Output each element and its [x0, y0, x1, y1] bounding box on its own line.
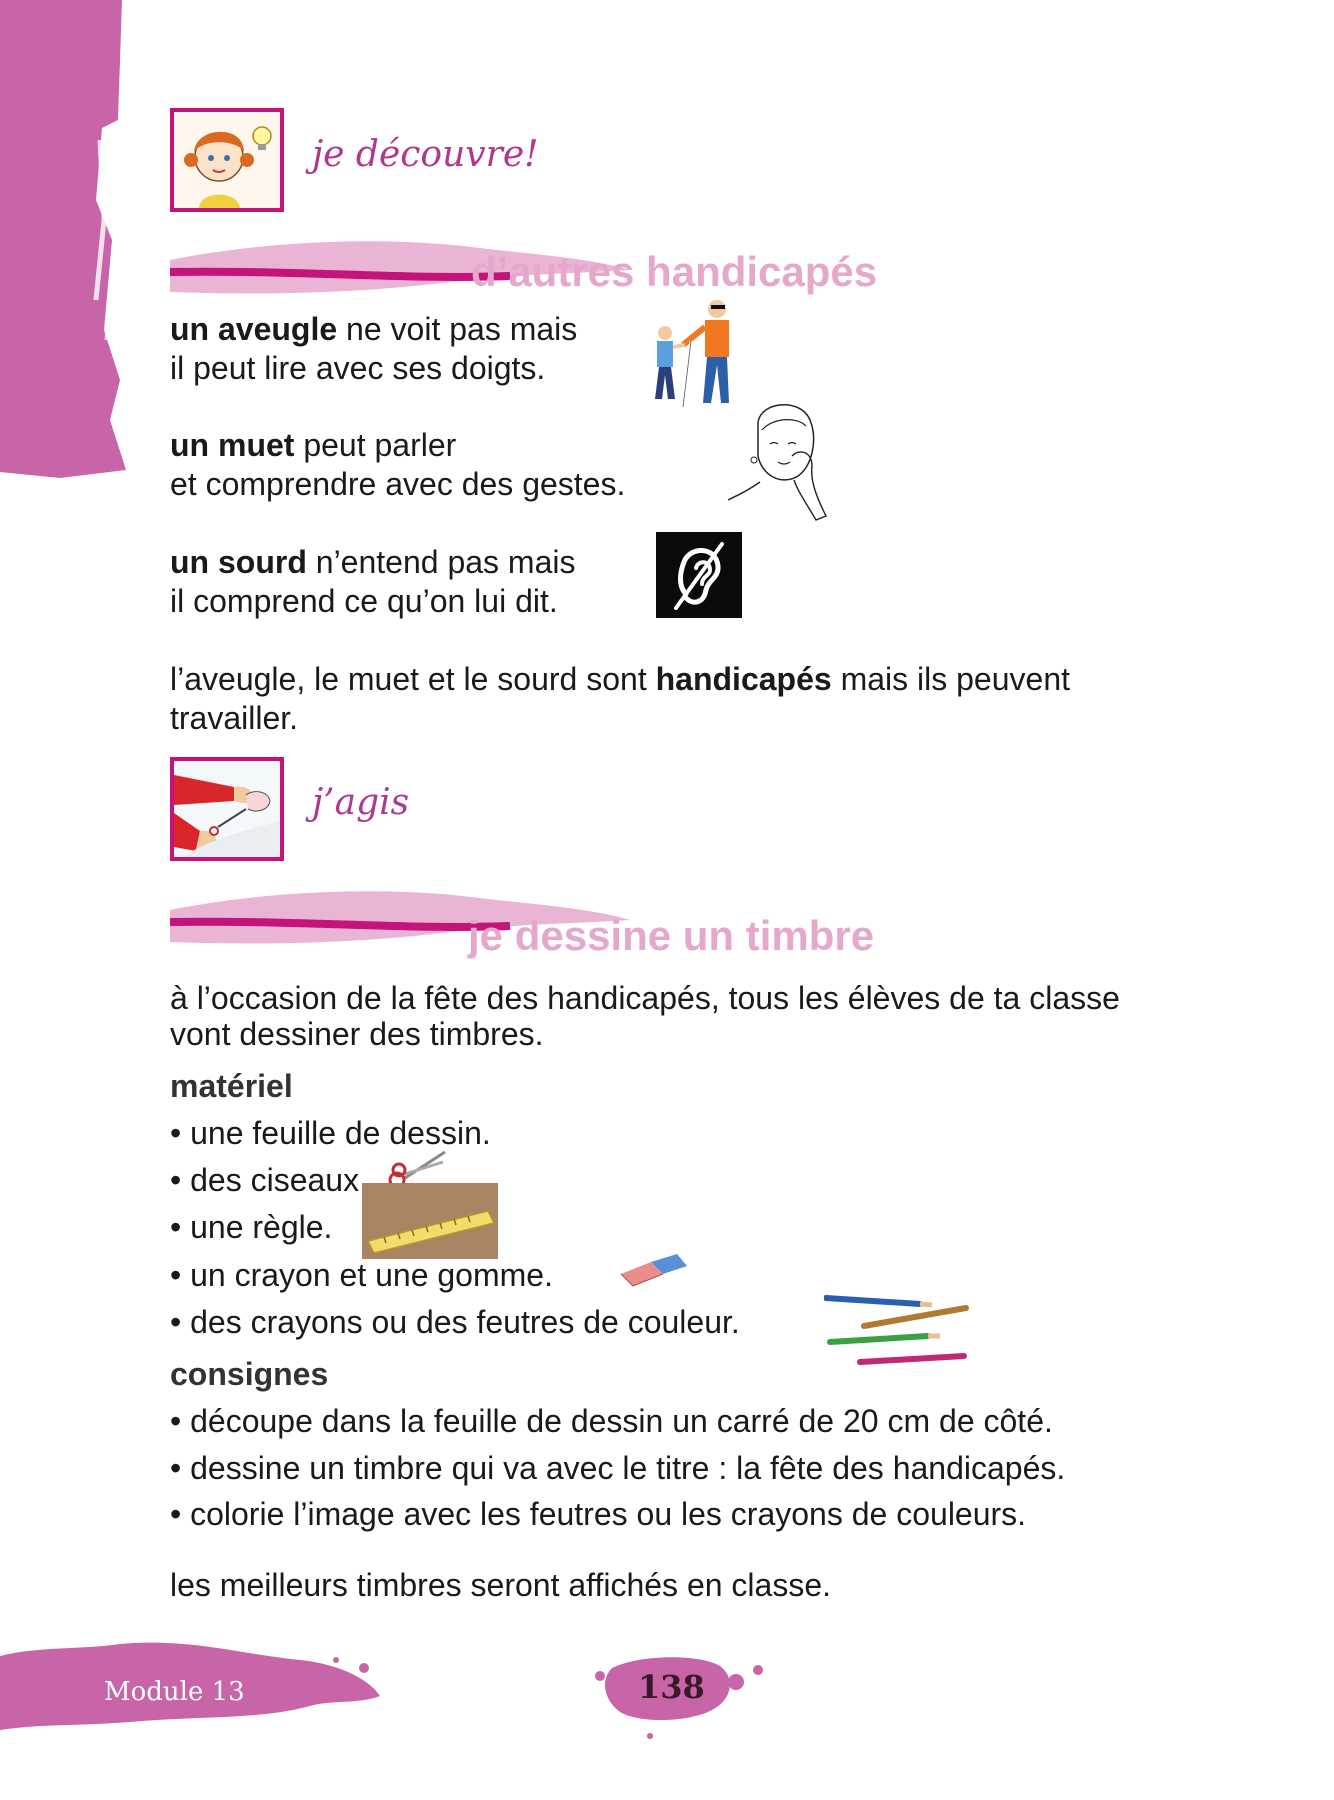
list-item: • découpe dans la feuille de dessin un c… [170, 1403, 1053, 1439]
term-handicapes: handicapés [655, 661, 832, 697]
list-item: • des crayons ou des feutres de couleur. [170, 1304, 740, 1340]
paragraph-blind: un aveugle ne voit pas mais il peut lire… [170, 311, 578, 386]
colored-pencils-icon [824, 1295, 969, 1365]
paragraph-intro: à l’occasion de la fête des handicapés, … [170, 980, 1120, 1052]
term-blind: un aveugle [170, 311, 338, 347]
heading-materiel: matériel [170, 1068, 293, 1104]
term-deaf: un sourd [170, 544, 307, 580]
term-mute: un muet [170, 427, 295, 463]
heading-consignes: consignes [170, 1356, 329, 1392]
list-item: • un crayon et une gomme. [170, 1257, 553, 1293]
closing-sentence: les meilleurs timbres seront affichés en… [170, 1567, 832, 1603]
paragraph-deaf: un sourd n’entend pas mais il comprend c… [170, 544, 576, 619]
list-item: • colorie l’image avec les feutres ou le… [170, 1496, 1027, 1532]
decorative-side-band [0, 0, 126, 478]
deaf-ear-icon [656, 532, 742, 618]
eraser-icon [620, 1254, 687, 1287]
list-item: • des ciseaux. [170, 1162, 368, 1198]
page-number: 138 [638, 1668, 705, 1706]
footer-module-label: Module 13 [104, 1677, 245, 1707]
blind-person-icon [655, 300, 729, 408]
paragraph-mute: un muet peut parler et comprendre avec d… [170, 427, 626, 502]
footer-decoration [0, 1642, 763, 1739]
header-title-agis: j’agis [312, 782, 410, 823]
paragraph-summary: l’aveugle, le muet et le sourd sont hand… [170, 661, 1070, 736]
sign-language-icon [727, 404, 827, 521]
hands-cutting-icon [170, 757, 284, 861]
girl-lightbulb-icon [170, 108, 284, 212]
ruler-icon [362, 1183, 498, 1259]
header-title-decouvre: je découvre! [312, 134, 539, 175]
list-item: • une règle. [170, 1209, 333, 1245]
section-title-timbre: je dessine un timbre [468, 912, 875, 959]
section-title-handicapes: d’autres handicapés [471, 248, 878, 295]
list-item: • dessine un timbre qui va avec le titre… [170, 1450, 1066, 1486]
